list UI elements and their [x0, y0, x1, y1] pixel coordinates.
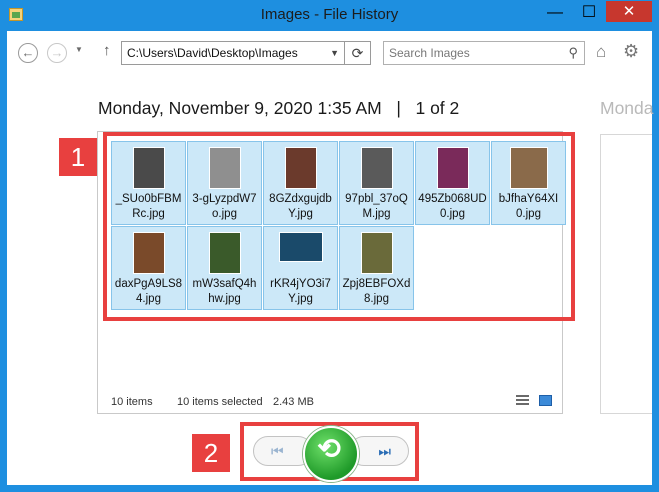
- callout-badge-1: 1: [59, 138, 97, 176]
- restore-button[interactable]: ⟲: [303, 426, 359, 482]
- address-path: C:\Users\David\Desktop\Images: [127, 46, 298, 60]
- chevron-down-icon[interactable]: ▼: [330, 42, 339, 64]
- search-icon[interactable]: ⚲: [568, 42, 578, 64]
- up-arrow-icon[interactable]: ↑: [103, 42, 111, 59]
- snapshot-position: 1 of 2: [415, 98, 460, 118]
- snapshot-separator: |: [396, 98, 401, 118]
- gear-icon[interactable]: ⚙: [623, 41, 639, 62]
- large-icons-view-icon[interactable]: [539, 395, 552, 406]
- file-history-window: Images - File History — ☐ ✕ ← → ▼ ↑ C:\U…: [0, 0, 659, 492]
- home-icon[interactable]: ⌂: [596, 42, 606, 62]
- callout-badge-2: 2: [192, 434, 230, 472]
- status-selected: 10 items selected: [177, 396, 263, 408]
- maximize-button[interactable]: ☐: [574, 2, 604, 24]
- minimize-button[interactable]: —: [540, 2, 570, 24]
- address-bar[interactable]: C:\Users\David\Desktop\Images ▼: [121, 41, 345, 65]
- search-placeholder: Search Images: [389, 46, 470, 60]
- forward-button[interactable]: →: [47, 43, 67, 63]
- skip-previous-icon: ⏮: [271, 443, 284, 459]
- next-snapshot-date: Monda: [600, 98, 654, 118]
- next-snapshot-panel[interactable]: [600, 134, 652, 414]
- refresh-button[interactable]: ⟳: [345, 41, 371, 65]
- status-item-count: 10 items: [111, 396, 153, 408]
- client-area: ← → ▼ ↑ C:\Users\David\Desktop\Images ▼ …: [7, 31, 654, 485]
- snapshot-date-text: Monday, November 9, 2020 1:35 AM: [98, 98, 382, 118]
- details-view-icon[interactable]: [516, 395, 529, 406]
- arrow-left-icon: ←: [21, 45, 35, 60]
- recent-locations-chevron-icon[interactable]: ▼: [75, 45, 83, 54]
- skip-next-icon: ⏭: [378, 443, 391, 459]
- title-bar[interactable]: Images - File History — ☐ ✕: [0, 0, 659, 31]
- restore-icon: ⟲: [317, 433, 341, 464]
- close-button[interactable]: ✕: [606, 1, 652, 22]
- snapshot-date: Monday, November 9, 2020 1:35 AM | 1 of …: [98, 98, 459, 119]
- back-button[interactable]: ←: [18, 43, 38, 63]
- refresh-icon: ⟳: [351, 45, 364, 61]
- callout-box-files: [103, 132, 575, 321]
- status-size: 2.43 MB: [273, 396, 314, 408]
- search-input[interactable]: Search Images ⚲: [383, 41, 585, 65]
- arrow-right-icon: →: [50, 45, 64, 60]
